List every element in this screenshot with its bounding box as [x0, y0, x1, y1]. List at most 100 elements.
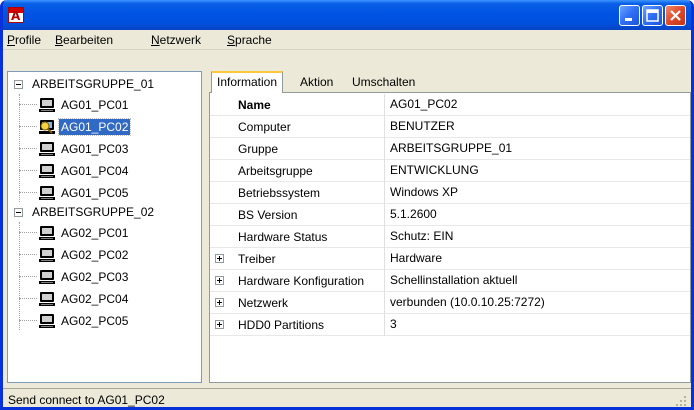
- property-value: ENTWICKLUNG: [390, 163, 479, 177]
- column-divider: [384, 94, 385, 116]
- status-bar: Send connect to AG01_PC02: [3, 388, 691, 407]
- tree-item-ag01-pc03[interactable]: AG01_PC03: [38, 140, 198, 160]
- row-gutter: [210, 248, 232, 270]
- computer-icon: [39, 164, 55, 178]
- tab-aktion[interactable]: Aktion: [295, 74, 338, 92]
- row-gutter: [210, 204, 232, 226]
- menu-netzwerk[interactable]: Netzwerk: [151, 33, 201, 47]
- tree-connector: [19, 192, 37, 193]
- tree-item-label: AG02_PC05: [61, 314, 129, 328]
- property-row-treiber[interactable]: Treiber Hardware: [210, 248, 690, 270]
- tree-item-label: AG01_PC03: [61, 142, 129, 156]
- expand-icon[interactable]: [215, 254, 224, 263]
- tab-information[interactable]: Information: [211, 71, 284, 93]
- maximize-button[interactable]: [642, 5, 663, 26]
- menu-bar: Profile Bearbeiten Netzwerk Sprache: [3, 30, 691, 50]
- close-button[interactable]: [665, 5, 686, 26]
- tree-group-label: ARBEITSGRUPPE_01: [32, 77, 155, 91]
- menu-bearbeiten[interactable]: Bearbeiten: [55, 33, 113, 47]
- workgroup-tree[interactable]: ARBEITSGRUPPE_01 AG01_PC01 AG01_PC02 AG0…: [7, 71, 202, 383]
- expand-icon[interactable]: [215, 298, 224, 307]
- tree-item-ag02-pc04[interactable]: AG02_PC04: [38, 290, 198, 310]
- property-value: BENUTZER: [390, 119, 455, 133]
- column-divider: [384, 204, 385, 226]
- app-window: A Profile Bearbeiten Netzwerk Sprache AR…: [0, 0, 694, 410]
- expand-icon[interactable]: [215, 320, 224, 329]
- tree-item-label: AG01_PC05: [61, 186, 129, 200]
- tree-connector: [19, 232, 37, 233]
- property-value: Windows XP: [390, 185, 459, 199]
- collapse-icon[interactable]: [14, 80, 23, 89]
- property-grid[interactable]: Name AG01_PC02 Computer BENUTZER Gruppe …: [209, 92, 691, 383]
- collapse-icon[interactable]: [14, 208, 23, 217]
- property-label: Hardware Konfiguration: [238, 274, 365, 288]
- row-gutter: [210, 160, 232, 182]
- tree-item-label-selected: AG01_PC02: [57, 118, 132, 136]
- column-divider: [384, 226, 385, 248]
- menu-profile[interactable]: Profile: [7, 33, 41, 47]
- tree-item-ag01-pc02[interactable]: AG01_PC02: [38, 118, 198, 138]
- computer-search-icon: [39, 120, 55, 134]
- row-gutter: [210, 182, 232, 204]
- tree-connector: [19, 298, 37, 299]
- property-value: Schutz: EIN: [390, 229, 454, 243]
- minimize-button[interactable]: [619, 5, 640, 26]
- column-divider: [384, 270, 385, 292]
- details-pane: Information Aktion Umschalten Name AG01_…: [209, 71, 691, 383]
- property-label: BS Version: [238, 208, 298, 222]
- title-bar[interactable]: A: [3, 0, 691, 30]
- property-value: ARBEITSGRUPPE_01: [390, 141, 513, 155]
- menu-sprache[interactable]: Sprache: [227, 33, 272, 47]
- tree-group-label: ARBEITSGRUPPE_02: [32, 205, 155, 219]
- tree-connector: [19, 104, 37, 105]
- property-row-hdd0-partitions[interactable]: HDD0 Partitions 3: [210, 314, 690, 336]
- column-divider: [384, 248, 385, 270]
- tree-item-ag02-pc03[interactable]: AG02_PC03: [38, 268, 198, 288]
- tree-item-ag02-pc02[interactable]: AG02_PC02: [38, 246, 198, 266]
- close-icon: [670, 10, 681, 21]
- property-row-arbeitsgruppe[interactable]: Arbeitsgruppe ENTWICKLUNG: [210, 160, 690, 182]
- row-gutter: [210, 226, 232, 248]
- tree-connector: [19, 148, 37, 149]
- property-value: 3: [390, 317, 397, 331]
- property-label: Gruppe: [238, 142, 279, 156]
- property-row-netzwerk[interactable]: Netzwerk verbunden (10.0.10.25:7272): [210, 292, 690, 314]
- tree-item-ag02-pc01[interactable]: AG02_PC01: [38, 224, 198, 244]
- property-value: verbunden (10.0.10.25:7272): [390, 295, 545, 309]
- computer-icon: [39, 186, 55, 200]
- expand-icon[interactable]: [215, 276, 224, 285]
- row-gutter: [210, 138, 232, 160]
- property-row-computer[interactable]: Computer BENUTZER: [210, 116, 690, 138]
- tab-strip: Information Aktion Umschalten: [209, 71, 691, 93]
- tree-item-label: AG02_PC01: [61, 226, 129, 240]
- property-row-gruppe[interactable]: Gruppe ARBEITSGRUPPE_01: [210, 138, 690, 160]
- property-row-hardware-konfiguration[interactable]: Hardware Konfiguration Schellinstallatio…: [210, 270, 690, 292]
- property-row-betriebssystem[interactable]: Betriebssystem Windows XP: [210, 182, 690, 204]
- tree-connector: [19, 254, 37, 255]
- row-gutter: [210, 314, 232, 336]
- property-row-hardware-status[interactable]: Hardware Status Schutz: EIN: [210, 226, 690, 248]
- tree-connector: [19, 320, 37, 321]
- property-row-bs-version[interactable]: BS Version 5.1.2600: [210, 204, 690, 226]
- row-gutter: [210, 116, 232, 138]
- tree-item-ag01-pc01[interactable]: AG01_PC01: [38, 96, 198, 116]
- column-divider: [384, 314, 385, 336]
- tree-item-ag01-pc04[interactable]: AG01_PC04: [38, 162, 198, 182]
- tree-item-ag02-pc05[interactable]: AG02_PC05: [38, 312, 198, 332]
- app-icon-letter: A: [11, 9, 21, 23]
- property-row-name[interactable]: Name AG01_PC02: [210, 94, 690, 116]
- row-gutter: [210, 292, 232, 314]
- tree-item-ag01-pc05[interactable]: AG01_PC05: [38, 184, 198, 204]
- tree-group-arbeitsgruppe-02[interactable]: ARBEITSGRUPPE_02: [8, 204, 201, 224]
- property-value: Schellinstallation aktuell: [390, 273, 518, 287]
- computer-icon: [39, 314, 55, 328]
- resize-grip-icon[interactable]: [675, 395, 687, 407]
- tab-umschalten[interactable]: Umschalten: [347, 74, 420, 92]
- property-value: AG01_PC02: [390, 97, 458, 111]
- property-label: Betriebssystem: [238, 186, 321, 200]
- property-label: Hardware Status: [238, 230, 328, 244]
- tree-group-arbeitsgruppe-01[interactable]: ARBEITSGRUPPE_01: [8, 76, 201, 96]
- tree-item-label: AG02_PC03: [61, 270, 129, 284]
- property-label: Name: [238, 98, 271, 112]
- app-icon[interactable]: A: [8, 7, 24, 23]
